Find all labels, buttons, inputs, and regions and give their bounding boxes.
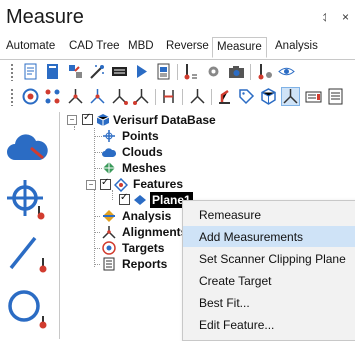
context-menu: Remeasure Add Measurements Set Scanner C…	[182, 200, 355, 341]
target-icon[interactable]	[22, 88, 39, 105]
tree-item-features[interactable]: Features	[133, 177, 183, 191]
tree-line	[94, 152, 102, 153]
title-controls: ⥑ ×	[313, 10, 349, 25]
tag-icon[interactable]	[238, 88, 255, 105]
list-icon[interactable]	[327, 88, 344, 105]
menu-item-label: Add Measurements	[199, 230, 304, 244]
toolbar-grip[interactable]	[10, 63, 14, 81]
coordinate-icon[interactable]	[189, 88, 206, 105]
tab-measure[interactable]: Measure	[212, 37, 267, 58]
book-icon[interactable]	[44, 63, 61, 80]
tree-item-clouds[interactable]: Clouds	[122, 145, 163, 159]
close-icon[interactable]: ×	[342, 10, 349, 24]
tree-line	[94, 232, 100, 233]
tree-line	[94, 128, 95, 267]
menu-item-label: Best Fit...	[199, 296, 250, 310]
menu-item-create-target[interactable]: Create Target	[183, 270, 355, 291]
settings-icon[interactable]	[205, 63, 222, 80]
toolbar-separator	[177, 64, 178, 80]
meshes-icon	[102, 161, 116, 175]
axis-select-icon[interactable]	[281, 87, 300, 106]
toolbar-separator	[182, 89, 183, 105]
plane1-checkbox[interactable]	[119, 192, 130, 205]
menu-item-remeasure[interactable]: Remeasure	[183, 204, 355, 225]
play-icon[interactable]	[133, 63, 150, 80]
tree-line	[112, 190, 113, 200]
axis-icon[interactable]	[67, 88, 84, 105]
tree-root-label[interactable]: Verisurf DataBase	[113, 113, 216, 127]
ribbon-tabs: Automate CAD Tree MBD Reverse Measure An…	[0, 37, 355, 60]
menu-item-label: Set Scanner Clipping Plane	[199, 252, 346, 266]
toolbar-row-2	[0, 85, 355, 109]
tab-cad-tree[interactable]: CAD Tree	[69, 40, 120, 52]
tab-reverse[interactable]: Reverse	[166, 40, 209, 52]
cluster-icon[interactable]	[44, 88, 61, 105]
menu-item-best-fit[interactable]: Best Fit...	[183, 292, 355, 313]
root-checkbox[interactable]	[82, 112, 93, 125]
keyboard-icon[interactable]	[111, 63, 128, 80]
report-icon[interactable]	[155, 63, 172, 80]
circle-measure-icon[interactable]	[5, 286, 49, 330]
tree-line	[94, 216, 100, 217]
tab-mbd[interactable]: MBD	[128, 40, 154, 52]
axis-xyz-icon[interactable]	[111, 88, 128, 105]
toolbar-separator	[250, 64, 251, 80]
reports-icon	[102, 257, 116, 271]
features-checkbox[interactable]	[100, 177, 111, 190]
line-feature-icon[interactable]	[5, 230, 49, 274]
tree-line	[94, 248, 100, 249]
clouds-icon	[102, 145, 116, 159]
points-icon	[102, 129, 116, 143]
axis-plane-icon[interactable]	[133, 88, 150, 105]
tree-line	[94, 168, 102, 169]
menu-item-label: Create Target	[199, 274, 272, 288]
features-icon	[114, 178, 128, 192]
tab-automate[interactable]: Automate	[6, 40, 55, 52]
tree-item-analysis[interactable]: Analysis	[122, 209, 171, 223]
checklist-icon[interactable]	[22, 63, 39, 80]
collapse-toggle[interactable]: −	[86, 180, 96, 190]
eye-icon[interactable]	[278, 63, 295, 80]
cloud-icon[interactable]	[5, 126, 49, 170]
tree-item-reports[interactable]: Reports	[122, 257, 167, 271]
feature-tools-column	[0, 112, 56, 339]
probe-red-icon[interactable]	[182, 63, 199, 80]
robot-arm-icon[interactable]	[216, 88, 233, 105]
circle-feature-icon[interactable]	[5, 176, 49, 220]
database-icon	[96, 113, 110, 127]
pin-icon[interactable]: ⥑	[323, 10, 329, 24]
menu-item-label: Remeasure	[199, 208, 262, 222]
tree-item-alignments[interactable]: Alignments	[122, 225, 187, 239]
panel-title: Measure	[6, 6, 84, 28]
menu-item-label: Edit Feature...	[199, 318, 275, 332]
tree-item-targets[interactable]: Targets	[122, 241, 164, 255]
tree-line	[74, 126, 75, 130]
probe-gear-icon[interactable]	[256, 63, 273, 80]
collapse-toggle[interactable]: −	[67, 115, 77, 125]
alignments-icon	[102, 225, 116, 239]
tree-line	[94, 136, 102, 137]
menu-item-edit-feature[interactable]: Edit Feature...	[183, 314, 355, 335]
tree-item-points[interactable]: Points	[122, 129, 159, 143]
tab-analysis[interactable]: Analysis	[275, 40, 318, 52]
plane-icon	[133, 193, 147, 207]
magic-wand-icon[interactable]	[89, 63, 106, 80]
toolbar-row-1	[0, 60, 355, 84]
toolbar-grip[interactable]	[10, 88, 14, 106]
tree-line	[94, 264, 100, 265]
camera-icon[interactable]	[228, 63, 245, 80]
axis-3d-icon[interactable]	[89, 88, 106, 105]
toolbar-separator	[211, 89, 212, 105]
targets-icon	[102, 241, 116, 255]
menu-item-set-scanner-clipping-plane[interactable]: Set Scanner Clipping Plane	[183, 248, 355, 269]
device-icon[interactable]	[305, 88, 322, 105]
compare-icon[interactable]	[160, 88, 177, 105]
probe-setup-icon[interactable]	[67, 63, 84, 80]
analysis-icon	[102, 209, 116, 223]
cube-icon[interactable]	[260, 88, 277, 105]
tree-item-meshes[interactable]: Meshes	[122, 161, 166, 175]
menu-item-add-measurements[interactable]: Add Measurements	[183, 226, 355, 247]
toolbar-separator	[155, 89, 156, 105]
